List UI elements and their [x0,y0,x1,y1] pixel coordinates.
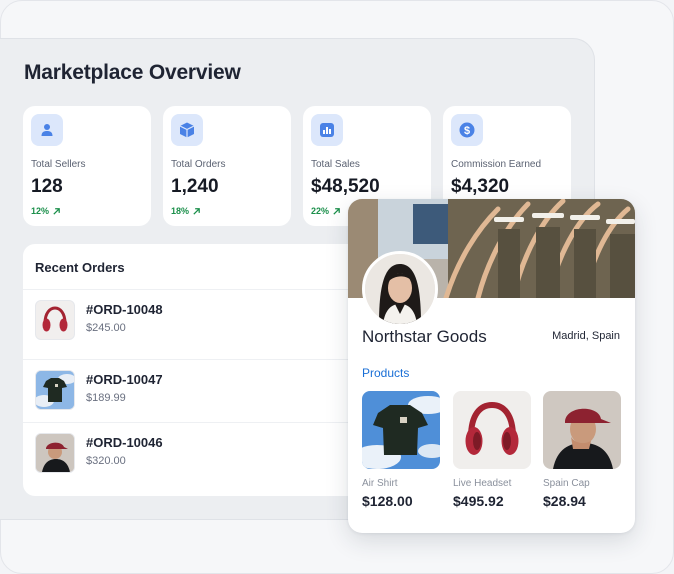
order-price: $245.00 [86,322,126,334]
live-headset-image [453,391,531,469]
order-price: $189.99 [86,392,126,404]
stat-label: Total Sellers [31,159,86,170]
order-id: #ORD-10048 [86,302,163,317]
order-row[interactable]: #ORD-10046 $320.00 [23,422,363,485]
product-price: $28.94 [543,493,586,509]
arrow-up-right-icon [193,207,200,215]
store-profile-card[interactable]: Northstar Goods Madrid, Spain Products A… [348,199,635,533]
trend-percent: 18% [171,206,190,216]
product-name: Air Shirt [362,478,398,489]
user-icon [31,114,63,146]
store-location: Madrid, Spain [552,330,620,342]
trend-percent: 22% [311,206,330,216]
product-name: Live Headset [453,478,512,489]
stat-value: $48,520 [311,176,380,197]
product-price: $495.92 [453,493,504,509]
order-row[interactable]: #ORD-10047 $189.99 [23,359,363,422]
recent-orders-card: Recent Orders #ORD-10048 $245.00 #ORD-10… [23,244,363,496]
box-icon [171,114,203,146]
red-headphones-thumbnail [35,300,75,340]
stat-card-total-sellers[interactable]: Total Sellers 128 12% [23,106,151,226]
order-price: $320.00 [86,455,126,467]
order-id: #ORD-10046 [86,435,163,450]
dollar-icon: $ [451,114,483,146]
product-item-air-shirt[interactable]: Air Shirt $128.00 [362,391,440,509]
arrow-up-right-icon [333,207,340,215]
stat-trend: 12% [31,206,61,216]
person-red-cap-thumbnail [35,433,75,473]
black-tshirt-thumbnail [35,370,75,410]
stat-card-total-orders[interactable]: Total Orders 1,240 18% [163,106,291,226]
stat-label: Total Sales [311,159,360,170]
product-price: $128.00 [362,493,413,509]
bar-chart-icon [311,114,343,146]
stat-value: 128 [31,176,63,197]
product-name: Spain Cap [543,478,590,489]
stat-trend: 18% [171,206,201,216]
order-row[interactable]: #ORD-10048 $245.00 [23,289,363,352]
air-shirt-image [362,391,440,469]
products-link[interactable]: Products [362,366,409,380]
page-title: Marketplace Overview [24,61,241,84]
stat-label: Commission Earned [451,159,542,170]
stat-value: $4,320 [451,176,510,197]
product-item-live-headset[interactable]: Live Headset $495.92 [453,391,531,509]
store-name: Northstar Goods [362,327,487,346]
product-item-spain-cap[interactable]: Spain Cap $28.94 [543,391,621,509]
stat-value: 1,240 [171,176,219,197]
spain-cap-image [543,391,621,469]
trend-percent: 12% [31,206,50,216]
stat-label: Total Orders [171,159,226,170]
stat-trend: 22% [311,206,341,216]
avatar [362,251,438,327]
arrow-up-right-icon [53,207,60,215]
order-id: #ORD-10047 [86,372,163,387]
recent-orders-title: Recent Orders [35,260,125,275]
svg-text:$: $ [464,125,470,137]
